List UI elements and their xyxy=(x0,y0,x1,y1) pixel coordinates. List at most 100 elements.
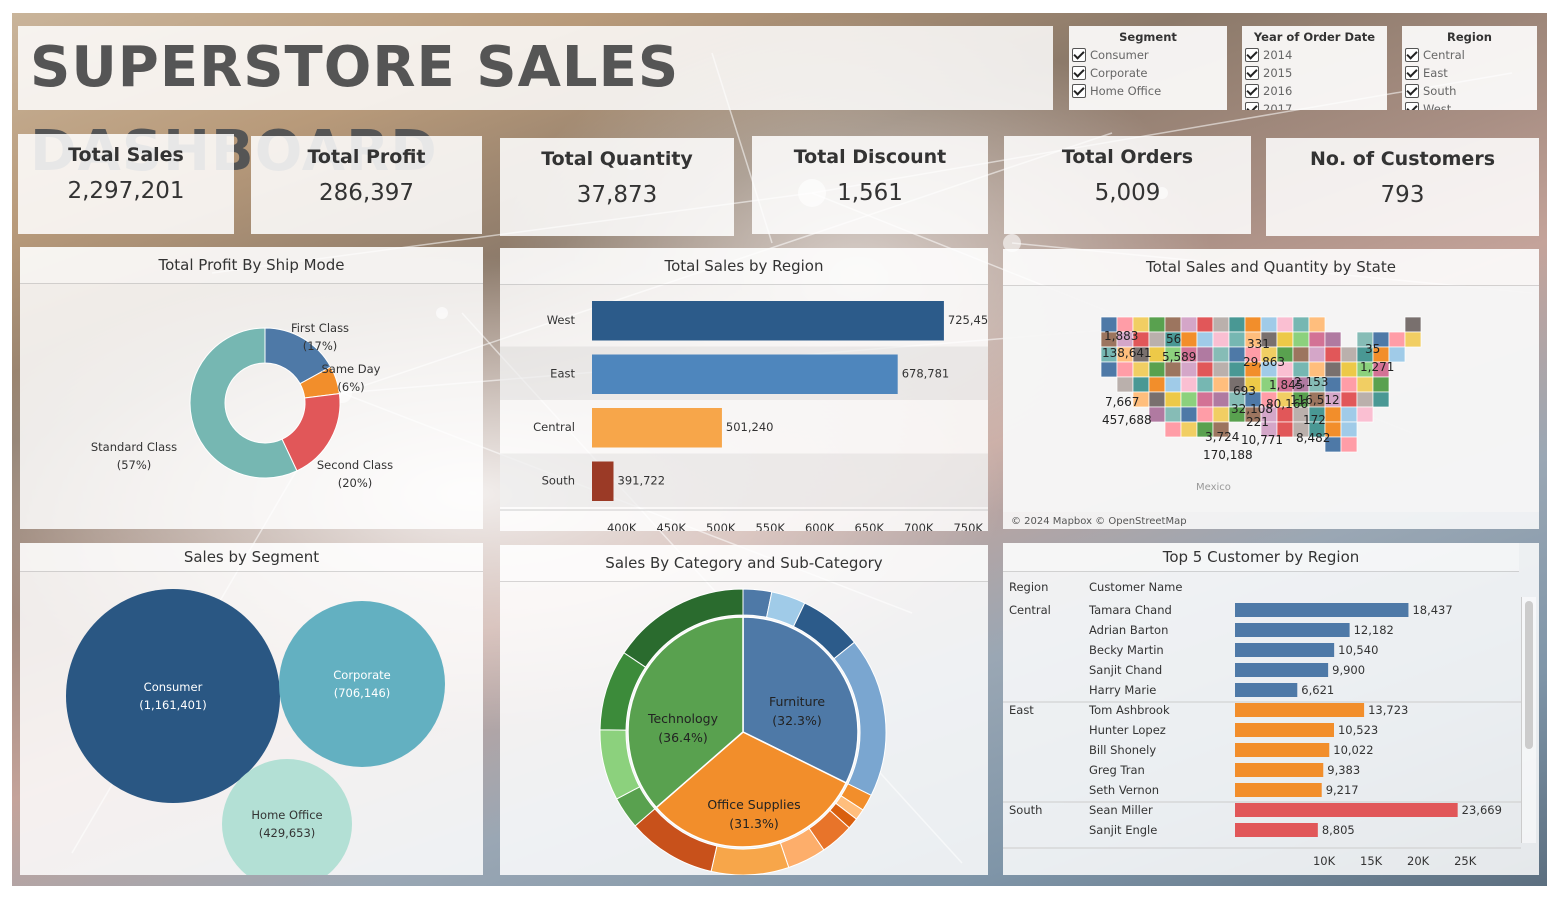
slice-label: Same Day xyxy=(322,362,381,376)
state-shape xyxy=(1356,391,1374,408)
bar-central xyxy=(592,408,722,448)
bar-value-label: 678,781 xyxy=(902,366,950,380)
panel-ship-mode: Total Profit By Ship Mode First Class (17… xyxy=(20,247,483,529)
state-shape xyxy=(1404,316,1422,333)
checkbox-icon[interactable] xyxy=(1072,48,1086,62)
customer-name: Greg Tran xyxy=(1089,763,1145,777)
state-shape xyxy=(1404,331,1422,348)
customer-bar xyxy=(1235,663,1329,677)
kpi-title: Total Sales xyxy=(68,144,184,166)
checkbox-icon[interactable] xyxy=(1245,48,1259,62)
state-value-label: 221 xyxy=(1246,415,1269,429)
bar-value-label: 23,669 xyxy=(1462,803,1502,817)
state-shape xyxy=(1308,331,1326,348)
axis-tick-label: 600K xyxy=(805,521,835,531)
state-shape xyxy=(1228,331,1246,348)
filter-option[interactable]: West xyxy=(1402,100,1537,110)
state-value-label: 35 xyxy=(1365,342,1380,356)
kpi-value: 793 xyxy=(1380,182,1425,208)
axis-tick-label: 15K xyxy=(1360,854,1383,868)
filter-option[interactable]: 2017 xyxy=(1242,100,1387,110)
kpi-total-sales: Total Sales 2,297,201 xyxy=(18,134,234,234)
state-value-label: 138,641 xyxy=(1102,346,1152,360)
us-state-map[interactable]: 1,883138,641565,58933129,863351,27169332… xyxy=(1003,249,1539,529)
state-shape xyxy=(1164,421,1182,438)
checkbox-icon[interactable] xyxy=(1072,66,1086,80)
bar-value-label: 9,900 xyxy=(1332,663,1365,677)
region-label: South xyxy=(542,473,575,487)
filter-option[interactable]: East xyxy=(1402,64,1537,82)
slice-label: Second Class xyxy=(317,458,393,472)
category-label: Furniture xyxy=(769,694,825,709)
customer-bar xyxy=(1235,803,1458,817)
scrollbar[interactable] xyxy=(1521,597,1536,843)
checkbox-icon[interactable] xyxy=(1405,66,1419,80)
bubble-value: (429,653) xyxy=(259,826,316,840)
kpi-total-profit: Total Profit 286,397 xyxy=(251,136,482,234)
state-shape xyxy=(1356,376,1374,393)
filter-option[interactable]: Consumer xyxy=(1069,46,1227,64)
bar-value-label: 13,723 xyxy=(1368,703,1408,717)
filter-option[interactable]: South xyxy=(1402,82,1537,100)
state-shape xyxy=(1100,361,1118,378)
checkbox-icon[interactable] xyxy=(1245,66,1259,80)
customer-name: Seth Vernon xyxy=(1089,783,1159,797)
filter-option[interactable]: Home Office xyxy=(1069,82,1227,100)
customer-bar xyxy=(1235,783,1322,797)
country-label: Mexico xyxy=(1196,482,1231,493)
state-shape xyxy=(1372,376,1390,393)
bubble-consumer xyxy=(66,589,280,803)
checkbox-icon[interactable] xyxy=(1245,102,1259,110)
checkbox-icon[interactable] xyxy=(1072,84,1086,98)
filter-option[interactable]: 2015 xyxy=(1242,64,1387,82)
checkbox-icon[interactable] xyxy=(1405,48,1419,62)
filter-region[interactable]: Region Central East South West xyxy=(1402,26,1537,110)
state-value-label: 5,589 xyxy=(1162,350,1196,364)
state-shape xyxy=(1180,376,1198,393)
filter-option[interactable]: Central xyxy=(1402,46,1537,64)
state-shape xyxy=(1196,391,1214,408)
state-value-label: 8,482 xyxy=(1296,431,1330,445)
kpi-title: Total Orders xyxy=(1061,146,1194,168)
filter-header: Year of Order Date xyxy=(1253,30,1376,44)
state-shape xyxy=(1212,361,1230,378)
region-label: West xyxy=(547,313,576,327)
state-shape xyxy=(1180,331,1198,348)
checkbox-icon[interactable] xyxy=(1245,84,1259,98)
state-shape xyxy=(1148,316,1166,333)
state-shape xyxy=(1212,376,1230,393)
state-shape xyxy=(1340,391,1358,408)
customer-bar xyxy=(1235,723,1334,737)
checkbox-icon[interactable] xyxy=(1405,102,1419,110)
filter-segment[interactable]: Segment Consumer Corporate Home Office xyxy=(1069,26,1227,110)
segment-bubble-chart: Consumer (1,161,401) Corporate (706,146) Hom… xyxy=(66,589,445,875)
state-shape xyxy=(1164,376,1182,393)
filter-option[interactable]: Corporate xyxy=(1069,64,1227,82)
state-shape xyxy=(1148,361,1166,378)
ship-mode-donut-chart: First Class (17%) Same Day (6%) Second Class… xyxy=(91,321,393,490)
kpi-total-orders: Total Orders 5,009 xyxy=(1004,136,1251,234)
filter-header: Region xyxy=(1447,30,1492,44)
category-percent: (32.3%) xyxy=(772,713,821,728)
customer-name: Becky Martin xyxy=(1089,643,1164,657)
state-value-label: 7,667 xyxy=(1105,395,1139,409)
checkbox-icon[interactable] xyxy=(1405,84,1419,98)
state-shape xyxy=(1116,361,1134,378)
kpi-value: 5,009 xyxy=(1094,180,1161,206)
bubble-label: Home Office xyxy=(251,808,322,822)
state-shape xyxy=(1164,316,1182,333)
state-shape xyxy=(1212,316,1230,333)
filter-option[interactable]: 2014 xyxy=(1242,46,1387,64)
scrollbar-thumb[interactable] xyxy=(1525,601,1533,749)
kpi-value: 37,873 xyxy=(576,182,658,208)
state-value-label: 1,883 xyxy=(1104,329,1138,343)
filter-option[interactable]: 2016 xyxy=(1242,82,1387,100)
filter-year[interactable]: Year of Order Date 2014 2015 2016 2017 xyxy=(1242,26,1387,110)
state-shape xyxy=(1308,316,1326,333)
category-label: Technology xyxy=(647,711,719,726)
state-value-label: 331 xyxy=(1247,337,1270,351)
customer-name: Adrian Barton xyxy=(1089,623,1168,637)
bar-value-label: 18,437 xyxy=(1412,603,1452,617)
axis-tick-label: 10K xyxy=(1313,854,1336,868)
bubble-value: (706,146) xyxy=(334,686,391,700)
